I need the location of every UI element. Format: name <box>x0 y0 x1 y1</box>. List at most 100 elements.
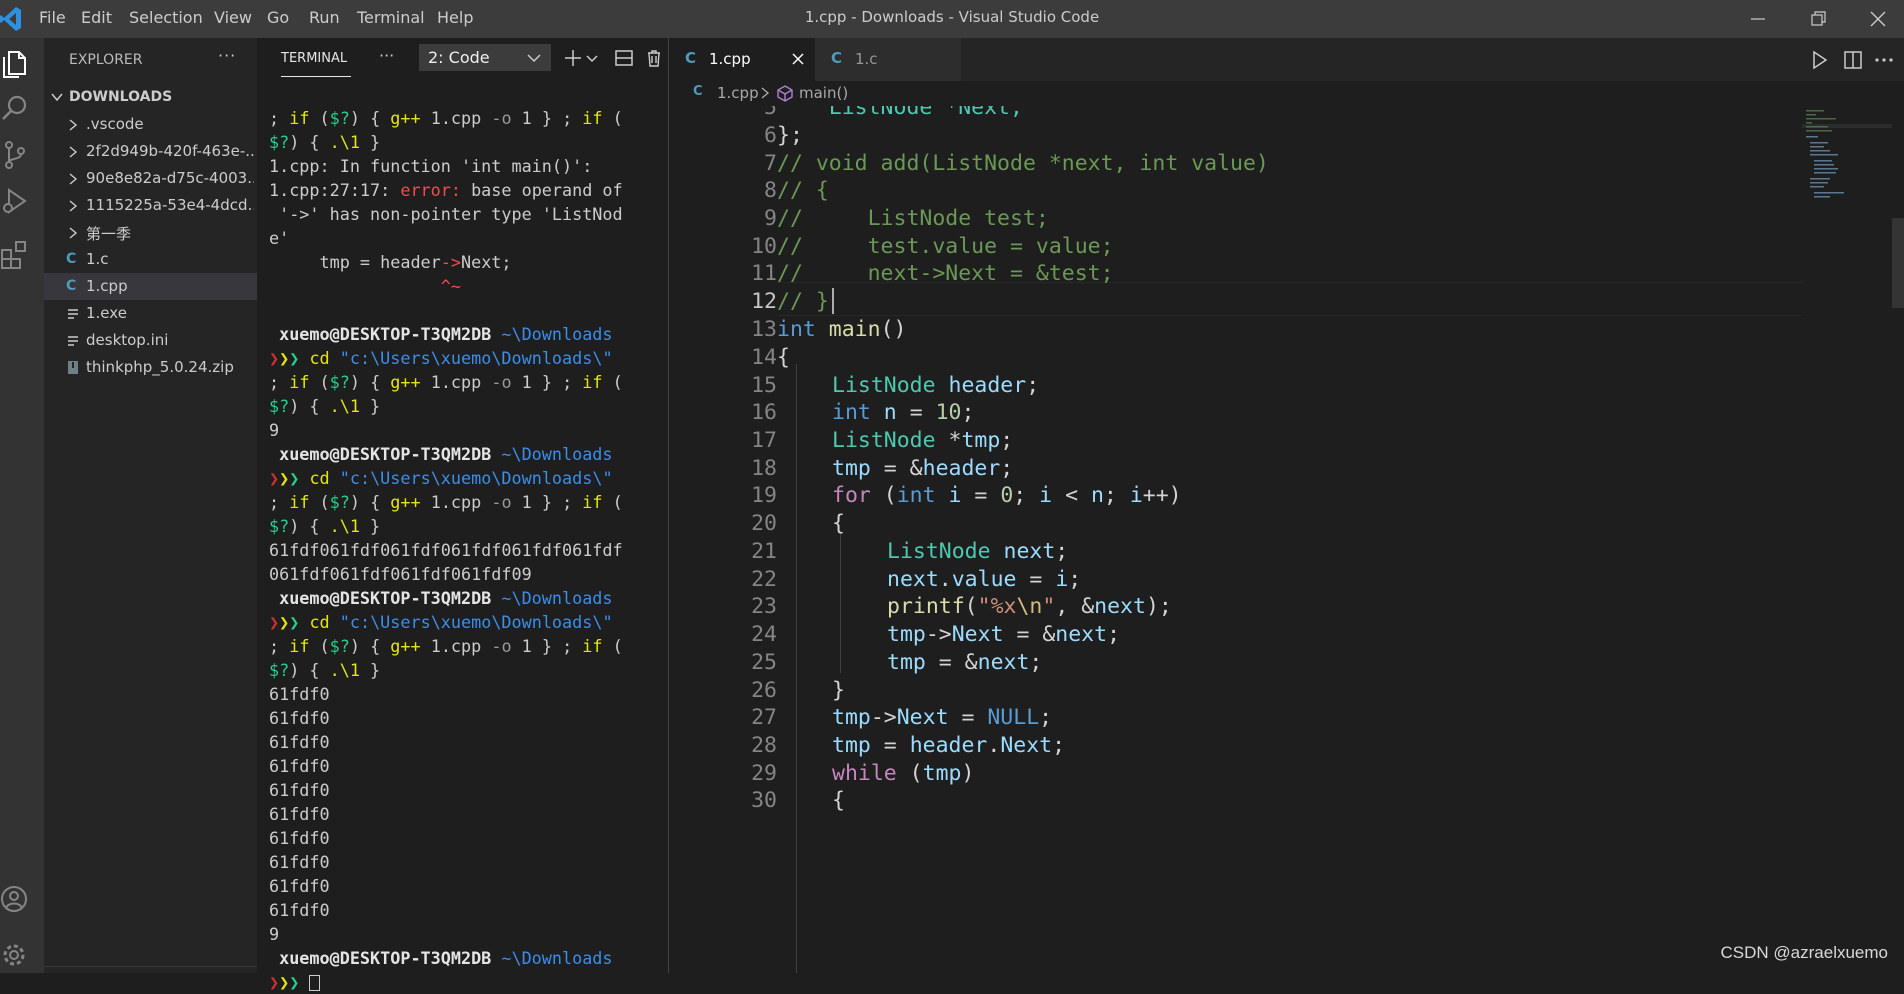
file-lines-icon <box>68 309 78 319</box>
file-lines-icon <box>68 336 78 346</box>
editor-group: C 1.cpp C 1.c C 1.cpp main() 5 6 7 8 9 1… <box>669 38 1904 973</box>
terminal-line: $?) { .\1 } <box>269 660 381 680</box>
terminal-output[interactable]: ; if ($?) { g++ 1.cpp -o 1 } ; if ( $?) … <box>269 106 667 994</box>
active-tab-indicator <box>281 76 351 77</box>
panel-divider <box>44 966 257 967</box>
terminal-line: $?) { .\1 } <box>269 396 381 416</box>
search-icon[interactable] <box>0 92 30 126</box>
tab-terminal[interactable]: TERMINAL <box>281 51 347 66</box>
terminal-command: ❯❯❯ cd "c:\Users\xuemo\Downloads\" <box>269 468 613 488</box>
tree-item-folder[interactable]: 90e8e82a-d75c-4003... <box>44 165 257 192</box>
activity-bar <box>0 38 44 973</box>
menu-selection[interactable]: Selection <box>129 8 203 27</box>
menu-edit[interactable]: Edit <box>81 8 112 27</box>
tab-1-cpp[interactable]: C 1.cpp <box>669 38 815 81</box>
terminal-shell-value: 2: Code <box>428 48 490 67</box>
menu-file[interactable]: File <box>39 8 66 27</box>
close-window-button[interactable] <box>1855 0 1901 38</box>
split-terminal-icon[interactable] <box>614 48 634 68</box>
menu-help[interactable]: Help <box>437 8 473 27</box>
folder-header-downloads[interactable]: DOWNLOADS <box>44 86 257 108</box>
tree-item-ini-file[interactable]: desktop.ini <box>44 327 257 354</box>
breadcrumb: C 1.cpp main() <box>669 81 1904 106</box>
new-terminal-icon[interactable] <box>563 48 583 68</box>
terminal-line: 1.cpp: In function 'int main()': <box>269 156 593 176</box>
terminal-line: 61fdf0 <box>269 708 330 728</box>
explorer-panel: EXPLORER ··· DOWNLOADS .vscode 2f2d949b-… <box>44 38 257 973</box>
code-line: tmp = &next; <box>887 650 1043 675</box>
extensions-icon[interactable] <box>0 238 30 272</box>
chevron-right-icon <box>69 227 78 239</box>
chevron-right-icon <box>69 146 78 158</box>
settings-gear-icon[interactable] <box>0 938 30 972</box>
tree-item-cpp-file[interactable]: C 1.cpp <box>44 273 257 300</box>
chevron-down-icon[interactable] <box>582 48 602 68</box>
restore-button[interactable] <box>1795 0 1841 38</box>
terminal-line: $?) { .\1 } <box>269 132 381 152</box>
tree-item-label: desktop.ini <box>86 331 169 349</box>
terminal-line: 61fdf0 <box>269 900 330 920</box>
menu-terminal[interactable]: Terminal <box>357 8 425 27</box>
tree-item-folder[interactable]: 第一季 <box>44 219 257 246</box>
tab-1-c[interactable]: C 1.c <box>815 38 961 81</box>
source-control-icon[interactable] <box>0 138 30 172</box>
terminal-line: ; if ($?) { g++ 1.cpp -o 1 } ; if ( <box>269 636 623 656</box>
terminal-line: 61fdf0 <box>269 780 330 800</box>
explorer-icon[interactable] <box>0 46 30 80</box>
terminal-line: 61fdf0 <box>269 684 330 704</box>
terminal-more-button[interactable]: ··· <box>379 46 394 65</box>
vscode-logo-icon <box>0 7 21 31</box>
more-actions-icon[interactable] <box>1873 49 1895 71</box>
tree-item-c-file[interactable]: C 1.c <box>44 246 257 273</box>
tree-item-folder[interactable]: 2f2d949b-420f-463e-... <box>44 138 257 165</box>
indent-guide <box>840 531 841 673</box>
cpp-file-icon: C <box>685 49 697 67</box>
terminal-command: ❯❯❯ cd "c:\Users\xuemo\Downloads\" <box>269 348 613 368</box>
terminal-line: e' <box>269 228 290 248</box>
chevron-right-icon <box>69 119 78 131</box>
menu-run[interactable]: Run <box>309 8 340 27</box>
tree-item-folder[interactable]: 1115225a-53e4-4dcd... <box>44 192 257 219</box>
terminal-line: ; if ($?) { g++ 1.cpp -o 1 } ; if ( <box>269 492 623 512</box>
tree-item-zip-file[interactable]: thinkphp_5.0.24.zip <box>44 354 257 381</box>
account-icon[interactable] <box>0 882 30 916</box>
terminal-line: 61fdf0 <box>269 732 330 752</box>
run-code-icon[interactable] <box>1808 49 1830 71</box>
run-debug-icon[interactable] <box>0 184 30 218</box>
code-line: int main() <box>777 317 907 342</box>
explorer-more-button[interactable]: ··· <box>218 46 236 65</box>
terminal-line: 61fdf0 <box>269 756 330 776</box>
terminal-shell-select[interactable]: 2: Code <box>419 44 551 71</box>
terminal-panel: TERMINAL ··· 2: Code ; if ($?) { g++ 1.c… <box>257 38 668 992</box>
scrollbar-thumb[interactable] <box>1892 218 1904 308</box>
c-file-icon: C <box>66 251 77 267</box>
terminal-cursor <box>309 975 321 991</box>
terminal-line: $?) { .\1 } <box>269 516 381 536</box>
tree-item-vscode[interactable]: .vscode <box>44 111 257 138</box>
code-line: { <box>832 511 845 536</box>
tree-item-label: 1115225a-53e4-4dcd... <box>86 196 254 214</box>
terminal-line: 9 <box>269 924 280 944</box>
code-line: for (int i = 0; i < n; i++) <box>832 483 1182 508</box>
tree-item-label: 1.c <box>86 250 109 268</box>
breadcrumb-symbol[interactable]: main() <box>799 84 848 102</box>
minimap[interactable] <box>1802 106 1892 246</box>
code-editor[interactable]: 5 6 7 8 9 10 11 12 13 14 15 16 17 18 19 … <box>669 106 1904 973</box>
chevron-right-icon <box>69 173 78 185</box>
terminal-line: 1.cpp:27:17: error: base operand of <box>269 180 623 200</box>
tree-item-label: 1.cpp <box>86 277 128 295</box>
restore-icon <box>1811 11 1826 26</box>
tree-item-label: 第一季 <box>86 225 132 243</box>
chevron-right-icon <box>69 200 78 212</box>
minimize-button[interactable] <box>1735 0 1781 38</box>
chevron-down-icon <box>527 54 541 63</box>
terminal-line: 61fdf0 <box>269 876 330 896</box>
menu-view[interactable]: View <box>214 8 252 27</box>
breadcrumb-file[interactable]: 1.cpp <box>717 84 759 102</box>
terminal-command: ❯❯❯ cd "c:\Users\xuemo\Downloads\" <box>269 612 613 632</box>
close-icon[interactable] <box>791 52 805 66</box>
split-editor-icon[interactable] <box>1842 49 1864 71</box>
trash-icon[interactable] <box>644 48 664 68</box>
tree-item-exe-file[interactable]: 1.exe <box>44 300 257 327</box>
menu-go[interactable]: Go <box>267 8 289 27</box>
